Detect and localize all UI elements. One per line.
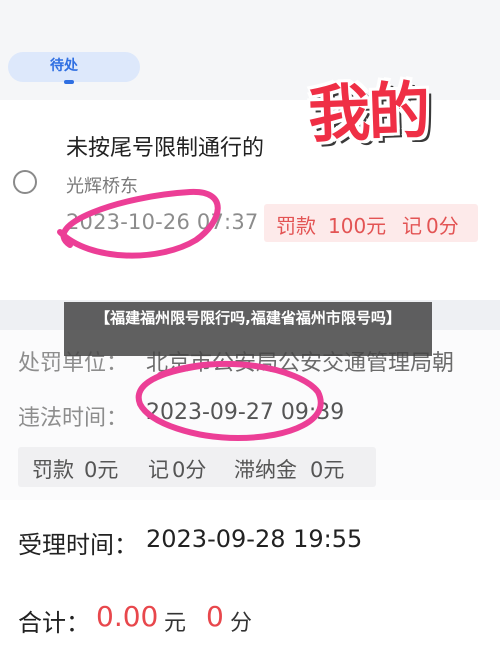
article-title-banner: 【福建福州限号限行吗,福建省福州市限号吗】: [64, 302, 432, 356]
annotation-circle-bottom: [135, 360, 324, 442]
article-title-text: 【福建福州限号限行吗,福建省福州市限号吗】: [95, 309, 401, 327]
handwritten-stamp: 我的: [306, 73, 430, 152]
annotation-circle-top: [57, 188, 221, 259]
